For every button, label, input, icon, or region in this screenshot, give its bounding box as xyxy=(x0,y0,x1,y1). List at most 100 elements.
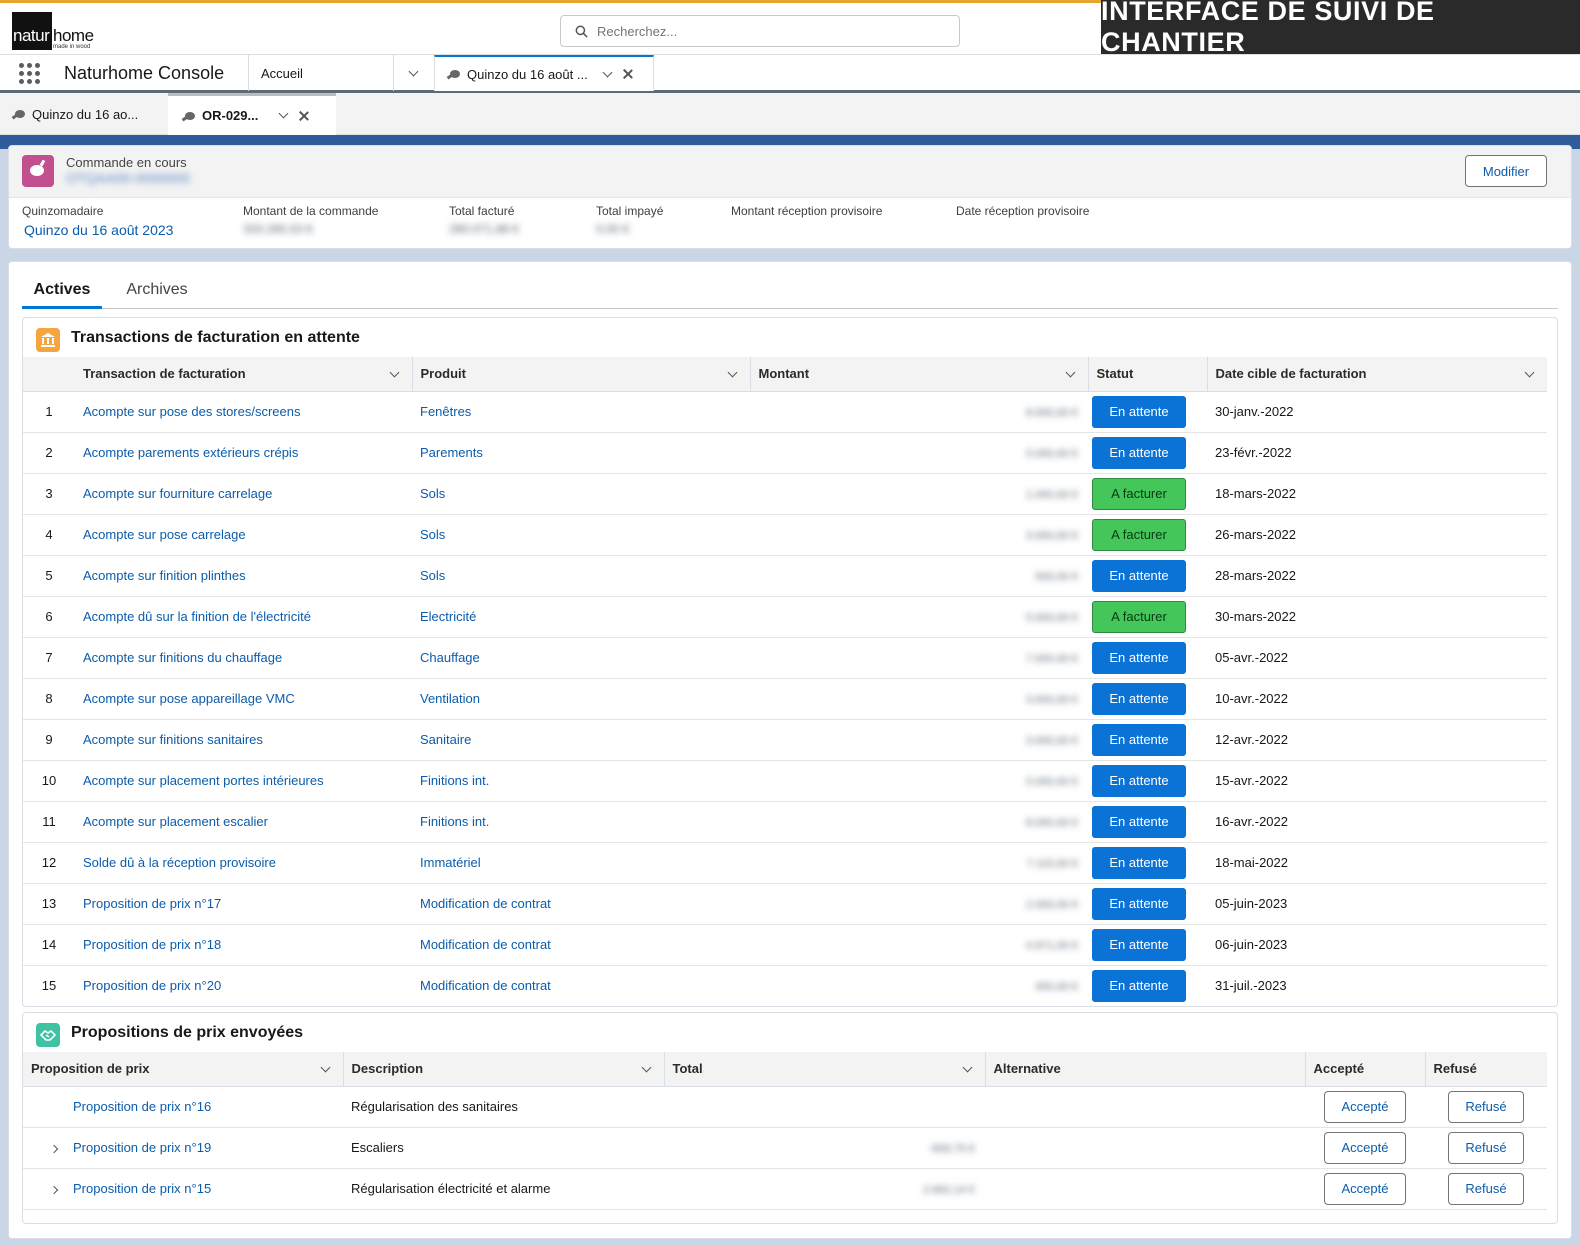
transaction-link[interactable]: Acompte sur pose appareillage VMC xyxy=(83,691,295,706)
transaction-link[interactable]: Acompte sur finition plinthes xyxy=(83,568,246,583)
column-header-total[interactable]: Total xyxy=(663,1052,985,1087)
accept-button[interactable]: Accepté xyxy=(1324,1131,1406,1164)
field-label: Quinzomadaire xyxy=(22,204,104,218)
transaction-link[interactable]: Acompte sur pose carrelage xyxy=(83,527,246,542)
tab-accueil[interactable]: Accueil xyxy=(248,55,393,91)
transaction-link[interactable]: Acompte sur placement portes intérieures xyxy=(83,773,324,788)
chevron-right-icon[interactable] xyxy=(49,1144,59,1154)
date-cell: 30-mars-2022 xyxy=(1207,596,1547,638)
column-header-date[interactable]: Date cible de facturation xyxy=(1206,357,1547,392)
product-link[interactable]: Sols xyxy=(420,527,445,542)
page-banner: INTERFACE DE SUIVI DE CHANTIER xyxy=(1101,0,1580,57)
close-icon[interactable] xyxy=(623,69,633,79)
product-link[interactable]: Finitions int. xyxy=(420,814,489,829)
chevron-down-icon[interactable] xyxy=(320,1062,330,1073)
naturhome-logo[interactable]: natur home made in wood xyxy=(12,12,96,50)
product-link[interactable]: Modification de contrat xyxy=(420,978,551,993)
column-title: Total xyxy=(672,1061,703,1077)
table-row: 3 Acompte sur fourniture carrelage Sols 1.0… xyxy=(23,473,1547,515)
modifier-button[interactable]: Modifier xyxy=(1465,155,1547,187)
product-link[interactable]: Sanitaire xyxy=(420,732,471,747)
column-header-produit[interactable]: Produit xyxy=(411,357,750,392)
status-badge: En attente xyxy=(1092,682,1186,715)
close-icon[interactable] xyxy=(299,111,309,121)
product-link[interactable]: Modification de contrat xyxy=(420,896,551,911)
transaction-link[interactable]: Solde dû à la réception provisoire xyxy=(83,855,276,870)
subtab-quinzo[interactable]: Quinzo du 16 ao... xyxy=(0,93,168,135)
product-link[interactable]: Chauffage xyxy=(420,650,480,665)
column-title: Refusé xyxy=(1433,1061,1477,1077)
product-link[interactable]: Immatériel xyxy=(420,855,481,870)
status-badge: En attente xyxy=(1092,723,1186,756)
chevron-right-icon[interactable] xyxy=(49,1185,59,1195)
tab-label: Quinzo du 16 août ... xyxy=(467,66,588,82)
refuse-button[interactable]: Refusé xyxy=(1448,1131,1524,1164)
search-input[interactable] xyxy=(597,21,947,41)
chevron-down-icon[interactable] xyxy=(389,367,399,378)
transaction-link[interactable]: Acompte dû sur la finition de l'électric… xyxy=(83,609,311,624)
accept-button[interactable]: Accepté xyxy=(1324,1090,1406,1123)
chevron-down-icon[interactable] xyxy=(1065,367,1075,378)
column-header-statut[interactable]: Statut xyxy=(1087,357,1207,392)
chevron-down-icon[interactable] xyxy=(602,67,613,77)
app-launcher-icon[interactable] xyxy=(19,63,41,85)
quote-link[interactable]: Proposition de prix n°15 xyxy=(73,1181,211,1196)
logo-tagline: made in wood xyxy=(53,44,91,50)
column-header-refuse[interactable]: Refusé xyxy=(1424,1052,1547,1087)
product-link[interactable]: Ventilation xyxy=(420,691,480,706)
status-badge: En attente xyxy=(1092,395,1186,428)
transaction-link[interactable]: Proposition de prix n°20 xyxy=(83,978,221,993)
chevron-down-icon[interactable] xyxy=(727,367,737,378)
transaction-link[interactable]: Proposition de prix n°17 xyxy=(83,896,221,911)
product-link[interactable]: Modification de contrat xyxy=(420,937,551,952)
status-badge: En attente xyxy=(1092,641,1186,674)
tab-archives[interactable]: Archives xyxy=(112,277,202,309)
product-link[interactable]: Sols xyxy=(420,486,445,501)
chevron-down-icon[interactable] xyxy=(278,108,289,119)
transaction-link[interactable]: Proposition de prix n°18 xyxy=(83,937,221,952)
transaction-link[interactable]: Acompte sur fourniture carrelage xyxy=(83,486,272,501)
description-cell: Régularisation électricité et alarme xyxy=(343,1168,664,1210)
tab-quinzo[interactable]: Quinzo du 16 août ... xyxy=(434,55,654,91)
quinzo-link[interactable]: Quinzo du 16 août 2023 xyxy=(24,222,173,238)
status-badge: En attente xyxy=(1092,846,1186,879)
column-header-alternative[interactable]: Alternative xyxy=(984,1052,1305,1087)
refuse-button[interactable]: Refusé xyxy=(1448,1090,1524,1123)
transaction-link[interactable]: Acompte parements extérieurs crépis xyxy=(83,445,298,460)
tab-actives[interactable]: Actives xyxy=(22,277,102,309)
nav-menu-dropdown[interactable] xyxy=(393,55,433,91)
record-header-top: Commande en cours OTQAA00-0000000 Modifi… xyxy=(9,146,1571,198)
handshake-icon xyxy=(36,1023,60,1047)
column-header-proposition[interactable]: Proposition de prix xyxy=(23,1052,343,1087)
product-link[interactable]: Electricité xyxy=(420,609,476,624)
column-header-index xyxy=(23,357,75,392)
global-search[interactable] xyxy=(560,15,960,47)
date-cell: 23-févr.-2022 xyxy=(1207,432,1547,474)
accept-button[interactable]: Accepté xyxy=(1324,1172,1406,1205)
chevron-down-icon[interactable] xyxy=(1524,367,1535,378)
product-link[interactable]: Parements xyxy=(420,445,483,460)
column-header-description[interactable]: Description xyxy=(342,1052,664,1087)
quote-link[interactable]: Proposition de prix n°19 xyxy=(73,1140,211,1155)
column-header-accepte[interactable]: Accepté xyxy=(1304,1052,1425,1087)
product-link[interactable]: Fenêtres xyxy=(420,404,471,419)
amount-value: 8.000,00 € xyxy=(1026,407,1078,419)
subtab-label: Quinzo du 16 ao... xyxy=(32,106,139,122)
subtab-order[interactable]: OR-029... xyxy=(168,93,336,135)
chevron-down-icon[interactable] xyxy=(641,1062,651,1073)
transaction-link[interactable]: Acompte sur placement escalier xyxy=(83,814,268,829)
field-label: Total facturé xyxy=(449,204,515,218)
quote-link[interactable]: Proposition de prix n°16 xyxy=(73,1099,211,1114)
product-link[interactable]: Finitions int. xyxy=(420,773,489,788)
transaction-link[interactable]: Acompte sur finitions sanitaires xyxy=(83,732,263,747)
column-header-transaction[interactable]: Transaction de facturation xyxy=(75,357,412,392)
amount-value: 5.000,00 € xyxy=(1026,448,1078,460)
transaction-link[interactable]: Acompte sur finitions du chauffage xyxy=(83,650,282,665)
transaction-link[interactable]: Acompte sur pose des stores/screens xyxy=(83,404,301,419)
chevron-down-icon[interactable] xyxy=(962,1062,972,1073)
amount-value: 450,00 € xyxy=(1035,981,1078,993)
product-link[interactable]: Sols xyxy=(420,568,445,583)
status-badge: En attente xyxy=(1092,887,1186,920)
column-header-montant[interactable]: Montant xyxy=(749,357,1088,392)
refuse-button[interactable]: Refusé xyxy=(1448,1172,1524,1205)
